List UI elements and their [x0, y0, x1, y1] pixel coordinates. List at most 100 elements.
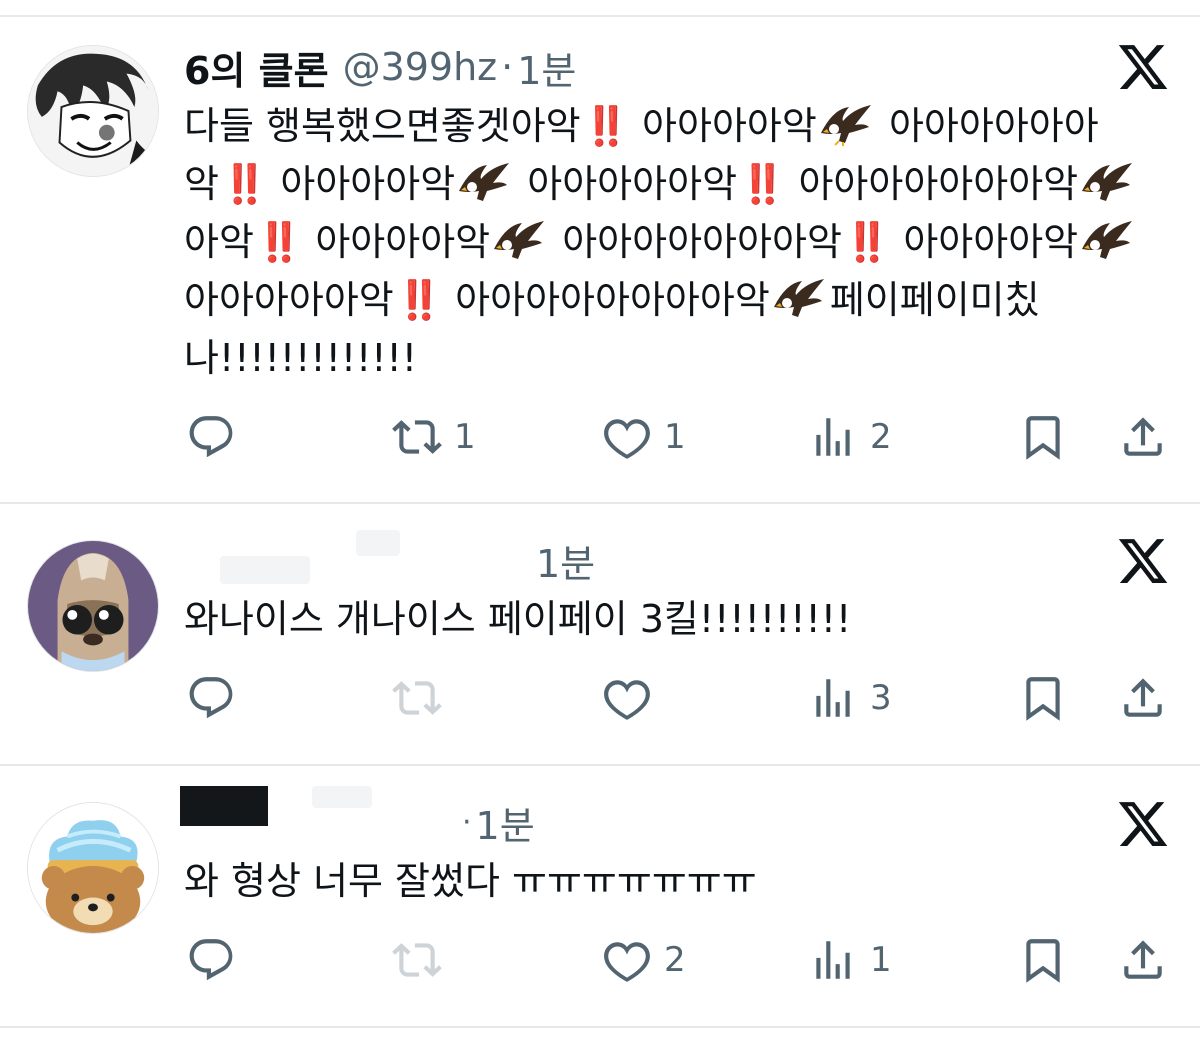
like-button[interactable]: 2 [602, 930, 686, 990]
like-count: 2 [664, 940, 686, 980]
bookmark-icon [1026, 677, 1060, 721]
bookmark-icon [1026, 416, 1060, 460]
x-logo-icon [1116, 534, 1170, 588]
text-part: 와 형상 너무 잘썼다 ㅠㅠㅠㅠㅠㅠㅠ [184, 859, 757, 903]
avatar-anime-boy [28, 46, 158, 176]
share-icon [1124, 940, 1162, 979]
reply-button[interactable] [186, 407, 248, 467]
bookmark-button[interactable] [1018, 407, 1068, 467]
bookmark-button[interactable] [1018, 668, 1068, 728]
eagle-emoji [457, 161, 511, 205]
text-part: 아아아아악 [629, 104, 817, 148]
redacted-handle [356, 530, 400, 556]
views-icon [816, 679, 850, 717]
reply-icon [189, 677, 233, 719]
avatar[interactable] [27, 540, 159, 672]
double-exclamation-emoji: ‼️ [255, 220, 303, 264]
redacted-handle [312, 786, 372, 808]
divider [0, 764, 1200, 766]
heart-icon [604, 942, 650, 982]
author-name[interactable]: 6의 클론 [184, 40, 329, 95]
redacted-name [220, 556, 310, 584]
repost-button[interactable]: 1 [392, 407, 476, 467]
heart-icon [604, 419, 650, 459]
repost-icon [392, 420, 442, 454]
post-header: · 1분 [458, 792, 535, 852]
post-text: 다들 행복했으면좋겟아악‼️ 아아아아악 아아아아아아악‼️ 아아아아악 아아아… [184, 97, 1174, 387]
avatar-bear-cupcake [28, 803, 158, 933]
double-exclamation-emoji: ‼️ [582, 104, 630, 148]
views-button[interactable]: 3 [808, 668, 892, 728]
repost-icon [392, 681, 442, 715]
double-exclamation-emoji: ‼️ [843, 220, 891, 264]
text-part: 와나이스 개나이스 페이페이 3킬!!!!!!!!!! [184, 597, 852, 641]
eagle-emoji [819, 103, 873, 147]
post-time[interactable]: 1분 [536, 533, 595, 588]
views-count: 2 [870, 417, 892, 457]
text-part: 아아아아악 [303, 220, 491, 264]
author-handle[interactable]: @399hz [343, 45, 498, 89]
x-logo-icon [1116, 40, 1170, 94]
reply-icon [189, 939, 233, 981]
eagle-emoji [1080, 161, 1134, 205]
share-icon [1124, 678, 1162, 717]
text-part: 아아아아아아아악 [786, 162, 1079, 206]
views-button[interactable]: 1 [808, 930, 892, 990]
text-part: 아아아아아아아아악 [443, 278, 770, 322]
views-icon [816, 941, 850, 979]
post-time[interactable]: 1분 [517, 40, 576, 95]
x-logo-icon [1116, 797, 1170, 851]
repost-button[interactable] [392, 930, 454, 990]
like-button[interactable] [602, 668, 664, 728]
text-part: 아아아아아악 [184, 278, 394, 322]
like-button[interactable]: 1 [602, 407, 686, 467]
eagle-emoji [492, 219, 546, 263]
text-part: 아아아아악 [891, 220, 1079, 264]
reply-button[interactable] [186, 930, 248, 990]
divider-top [0, 15, 1200, 17]
redacted-name [180, 786, 268, 826]
action-bar: 3 [0, 668, 1200, 728]
bookmark-icon [1026, 939, 1060, 983]
divider [0, 502, 1200, 504]
views-count: 3 [870, 678, 892, 718]
share-icon [1124, 417, 1162, 456]
double-exclamation-emoji: ‼️ [739, 162, 786, 206]
action-bar: 1 1 2 [0, 407, 1200, 467]
like-count: 1 [664, 417, 686, 457]
views-icon [816, 418, 850, 456]
text-part: 아악 [184, 220, 254, 264]
repost-count: 1 [454, 417, 476, 457]
repost-button[interactable] [392, 668, 454, 728]
post-time[interactable]: 1분 [476, 795, 535, 850]
post-text: 와 형상 너무 잘썼다 ㅠㅠㅠㅠㅠㅠㅠ [184, 852, 1174, 910]
post-header: 1분 [536, 530, 595, 590]
share-button[interactable] [1118, 407, 1168, 467]
share-button[interactable] [1118, 668, 1168, 728]
avatar[interactable] [27, 45, 159, 177]
views-count: 1 [870, 940, 892, 980]
separator-dot: · [501, 45, 514, 89]
text-part: 아아아아악 [268, 162, 456, 206]
double-exclamation-emoji: ‼️ [395, 278, 443, 322]
separator-dot: · [462, 804, 472, 840]
text-part: 다들 행복했으면좋겟아악 [184, 104, 581, 148]
bookmark-button[interactable] [1018, 930, 1068, 990]
avatar[interactable] [27, 802, 159, 934]
eagle-emoji [772, 277, 826, 321]
text-part: 아아아아아아아악 [550, 220, 842, 264]
text-part: 아아아아아악 [515, 162, 738, 206]
double-exclamation-emoji: ‼️ [220, 162, 268, 206]
views-button[interactable]: 2 [808, 407, 892, 467]
reply-button[interactable] [186, 668, 248, 728]
reply-icon [189, 416, 233, 458]
share-button[interactable] [1118, 930, 1168, 990]
post-text: 와나이스 개나이스 페이페이 3킬!!!!!!!!!! [184, 590, 1174, 648]
heart-icon [604, 680, 650, 720]
repost-icon [392, 943, 442, 977]
post-header: 6의 클론 @399hz · 1분 [184, 37, 576, 97]
eagle-emoji [1080, 219, 1134, 263]
divider [0, 1026, 1200, 1028]
avatar-cartoon-animal [28, 541, 158, 671]
action-bar: 2 1 [0, 930, 1200, 990]
